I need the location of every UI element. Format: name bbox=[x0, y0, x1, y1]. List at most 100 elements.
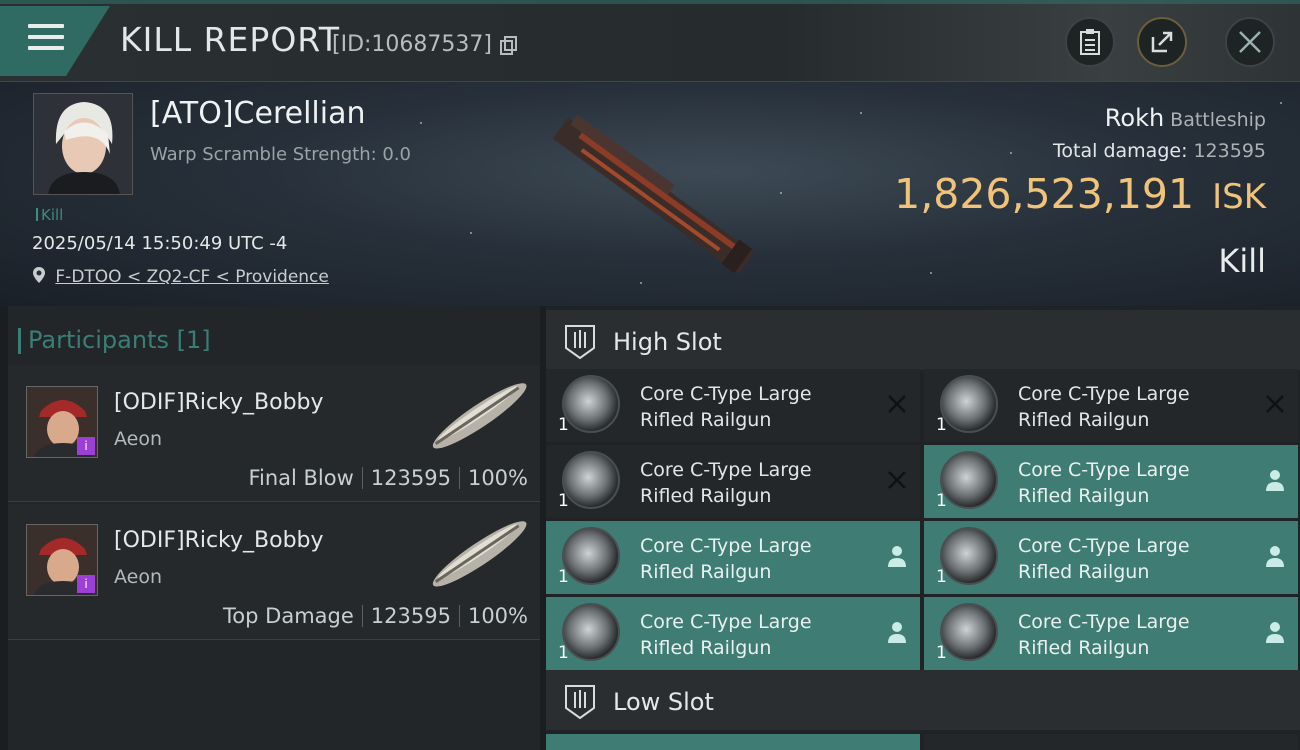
high-slot-header: High Slot bbox=[546, 310, 1300, 370]
module-name: Core C-Type Large Rifled Railgun bbox=[640, 381, 812, 433]
participant-ship-image[interactable] bbox=[418, 512, 538, 598]
dropped-icon bbox=[888, 546, 906, 567]
module-name: Core C-Type Large Rifled Railgun bbox=[1018, 457, 1190, 509]
participant-percent: 100% bbox=[467, 604, 528, 628]
module-slot[interactable]: 1 Core C-Type Large Rifled Railgun bbox=[924, 369, 1298, 442]
page-title: KILL REPORT bbox=[120, 20, 340, 59]
menu-icon[interactable] bbox=[28, 24, 64, 52]
railgun-icon bbox=[940, 375, 998, 433]
clipboard-button[interactable] bbox=[1065, 17, 1115, 67]
railgun-icon bbox=[940, 451, 998, 509]
participant-damage: 123595 bbox=[370, 466, 451, 490]
share-button[interactable] bbox=[1137, 17, 1187, 67]
clipboard-icon bbox=[1080, 29, 1100, 55]
share-icon bbox=[1151, 31, 1173, 53]
kill-timestamp: 2025/05/14 15:50:49 UTC -4 bbox=[32, 233, 288, 254]
module-slot[interactable]: 1 Core C-Type Large Rifled Railgun bbox=[924, 521, 1298, 594]
module-quantity: 1 bbox=[558, 567, 569, 587]
participant-corp: Aeon bbox=[114, 566, 163, 588]
isk-value: 1,826,523,191 ISK bbox=[894, 170, 1266, 218]
report-id: [ID:10687537] bbox=[332, 32, 492, 57]
module-name-line2: Rifled Railgun bbox=[640, 409, 772, 431]
participants-header: Participants [1] bbox=[18, 326, 211, 354]
module-quantity: 1 bbox=[558, 415, 569, 435]
victim-banner: [ATO]Cerellian Warp Scramble Strength: 0… bbox=[0, 82, 1300, 306]
module-name: Core C-Type Large Rifled Railgun bbox=[640, 609, 812, 661]
module-name-line1: Core C-Type Large bbox=[1018, 383, 1190, 405]
participant-damage: 123595 bbox=[370, 604, 451, 628]
close-button[interactable] bbox=[1225, 17, 1275, 67]
module-slot[interactable]: 1 Core C-Type Large Rifled Railgun bbox=[924, 597, 1298, 670]
module-slot[interactable]: 1 Core C-Type Large Rifled Railgun bbox=[546, 369, 920, 442]
destroyed-icon bbox=[1266, 395, 1284, 413]
low-slot-icon bbox=[565, 685, 595, 720]
participant-row[interactable]: i [ODIF]Ricky_Bobby Aeon Top Damage 12359… bbox=[8, 504, 540, 640]
module-name-line2: Rifled Railgun bbox=[640, 637, 772, 659]
isk-unit: ISK bbox=[1212, 177, 1266, 217]
location-link[interactable]: F-DTOO < ZQ2-CF < Providence bbox=[55, 267, 328, 287]
victim-ship-image[interactable] bbox=[530, 102, 770, 282]
destroyed-icon bbox=[888, 395, 906, 413]
participant-name[interactable]: [ODIF]Ricky_Bobby bbox=[114, 528, 324, 553]
module-slot[interactable]: 1 Core C-Type Large Rifled Railgun bbox=[924, 445, 1298, 518]
module-name: Core C-Type Large Rifled Railgun bbox=[1018, 381, 1190, 433]
participant-avatar[interactable]: i bbox=[26, 524, 98, 596]
dropped-icon bbox=[1266, 470, 1284, 491]
module-name-line2: Rifled Railgun bbox=[640, 485, 772, 507]
module-name: Core C-Type Large Rifled Railgun bbox=[1018, 609, 1190, 661]
participant-avatar[interactable]: i bbox=[26, 386, 98, 458]
victim-ship-name[interactable]: Rokh Battleship bbox=[1105, 104, 1266, 132]
role-badge: i bbox=[77, 437, 95, 455]
module-name-line1: Core C-Type Large bbox=[640, 611, 812, 633]
participant-corp: Aeon bbox=[114, 428, 163, 450]
location-pin-icon bbox=[33, 267, 45, 283]
module-slot[interactable]: 1 Core C-Type Large Rifled Railgun bbox=[546, 597, 920, 670]
high-slot-title: High Slot bbox=[613, 328, 722, 356]
kill-location[interactable]: F-DTOO < ZQ2-CF < Providence bbox=[32, 266, 329, 287]
ship-type: Rokh bbox=[1104, 104, 1165, 132]
module-quantity: 1 bbox=[936, 491, 947, 511]
participant-name[interactable]: [ODIF]Ricky_Bobby bbox=[114, 390, 324, 415]
railgun-icon bbox=[940, 527, 998, 585]
module-name: Core C-Type Large Rifled Railgun bbox=[640, 457, 812, 509]
module-name-line2: Rifled Railgun bbox=[1018, 485, 1150, 507]
participant-row[interactable]: i [ODIF]Ricky_Bobby Aeon Final Blow 12359… bbox=[8, 366, 540, 502]
module-name-line1: Core C-Type Large bbox=[1018, 611, 1190, 633]
module-name-line1: Core C-Type Large bbox=[1018, 535, 1190, 557]
role-badge: i bbox=[77, 575, 95, 593]
module-slot[interactable]: 1 Core C-Type Large Rifled Railgun bbox=[546, 445, 920, 518]
isk-amount: 1,826,523,191 bbox=[894, 170, 1195, 218]
low-slot-header: Low Slot bbox=[546, 670, 1300, 730]
participant-role: Final Blow bbox=[248, 466, 354, 490]
participant-role: Top Damage bbox=[223, 604, 354, 628]
module-quantity: 1 bbox=[936, 643, 947, 663]
window-header: KILL REPORT [ID:10687537] bbox=[0, 0, 1300, 82]
module-name-line1: Core C-Type Large bbox=[1018, 459, 1190, 481]
module-name: Core C-Type Large Rifled Railgun bbox=[1018, 533, 1190, 585]
module-name-line1: Core C-Type Large bbox=[640, 535, 812, 557]
total-damage: Total damage: 123595 bbox=[1053, 140, 1266, 162]
railgun-icon bbox=[562, 451, 620, 509]
total-damage-label: Total damage: bbox=[1053, 140, 1188, 162]
high-slot-icon bbox=[565, 325, 595, 360]
railgun-icon bbox=[940, 603, 998, 661]
victim-portrait[interactable] bbox=[33, 93, 133, 195]
dropped-icon bbox=[1266, 622, 1284, 643]
module-name: Core C-Type Large Rifled Railgun bbox=[640, 533, 812, 585]
ship-class: Battleship bbox=[1170, 109, 1266, 131]
copy-icon[interactable] bbox=[500, 36, 518, 56]
module-name-line2: Rifled Railgun bbox=[1018, 561, 1150, 583]
kill-outcome: Kill bbox=[1218, 242, 1266, 280]
railgun-icon bbox=[562, 603, 620, 661]
participant-stats: Top Damage 123595 100% bbox=[223, 604, 528, 628]
low-slot-title: Low Slot bbox=[613, 688, 714, 716]
railgun-icon bbox=[562, 527, 620, 585]
participant-ship-image[interactable] bbox=[418, 374, 538, 460]
module-quantity: 1 bbox=[558, 643, 569, 663]
module-quantity: 1 bbox=[558, 491, 569, 511]
dropped-icon bbox=[1266, 546, 1284, 567]
victim-name[interactable]: [ATO]Cerellian bbox=[150, 96, 365, 131]
fitting-panel: High Slot 1 Core C-Type Large Rifled Railg… bbox=[546, 306, 1300, 750]
close-icon bbox=[1239, 31, 1261, 53]
module-slot[interactable]: 1 Core C-Type Large Rifled Railgun bbox=[546, 521, 920, 594]
